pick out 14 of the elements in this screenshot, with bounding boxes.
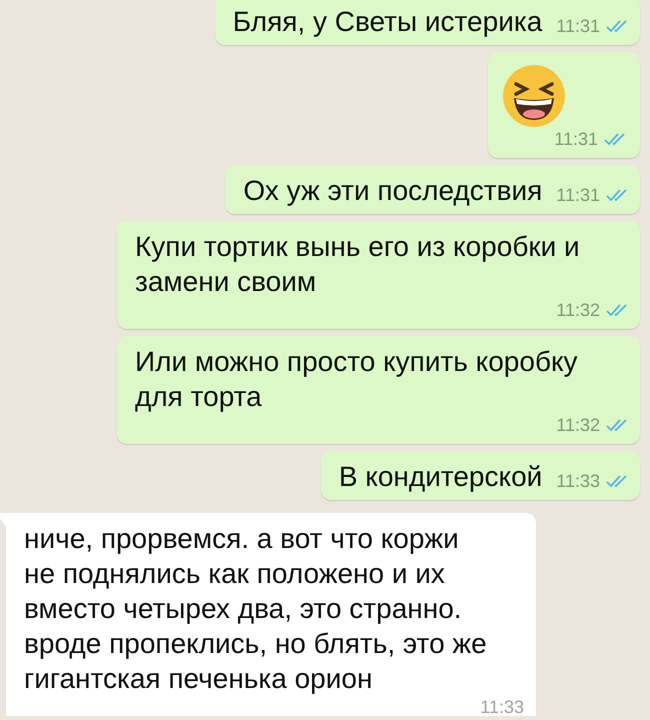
message-time: 11:32 xyxy=(556,414,600,436)
message-time: 11:31 xyxy=(556,15,600,37)
message-time: 11:31 xyxy=(554,128,598,150)
message-text: Купи тортик вынь его из коробки и замени своим xyxy=(135,230,581,299)
message-text: Бляя, у Светы истерика xyxy=(232,5,542,39)
laughing-emoji-icon xyxy=(502,64,566,128)
message-time: 11:32 xyxy=(556,299,600,321)
message-text: Ох уж эти последствия xyxy=(243,174,542,208)
message-text: В кондитерской xyxy=(338,460,542,494)
message-time: 11:33 xyxy=(480,696,524,716)
message-text: Или можно просто купить коробку для торта xyxy=(135,345,579,414)
message-time: 11:31 xyxy=(556,184,600,206)
message-time: 11:33 xyxy=(556,470,600,492)
message-text: ниче, прорвемся. а вот что коржи не поднялись как положено и их вместо четырех два, это странно. вроде пропеклись, но блять, это же гигантская печенька орион xyxy=(24,522,487,696)
